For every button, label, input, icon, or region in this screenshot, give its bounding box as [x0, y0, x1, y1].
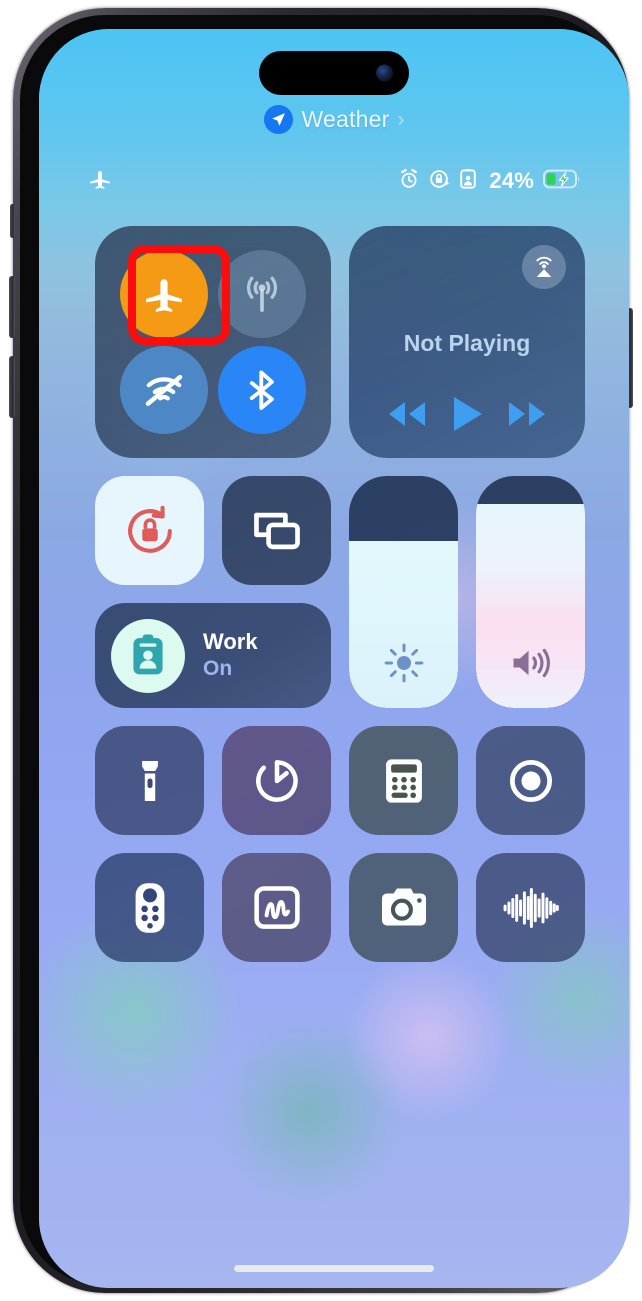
left-control-stack: Work On [95, 476, 331, 708]
screen-mirroring-icon [253, 512, 300, 549]
media-title: Not Playing [403, 330, 531, 356]
shazam-tile[interactable] [476, 853, 585, 962]
front-camera-lens [376, 64, 393, 82]
iphone-screen: Weather › 24% Not Playing Work On [39, 29, 629, 1288]
volume-down-button[interactable] [9, 356, 15, 418]
wifi-toggle[interactable] [120, 346, 208, 434]
airplane-mode-toggle[interactable] [120, 250, 208, 338]
rotation-lock-tile[interactable] [95, 476, 204, 585]
calculator-icon [385, 758, 422, 803]
status-bar-left [87, 166, 113, 197]
rotation-lock-icon [428, 168, 450, 195]
battery-percentage: 24% [489, 168, 534, 193]
sound-wave-icon [503, 887, 559, 928]
utility-row-1 [95, 726, 585, 835]
focus-work-badge-icon [111, 618, 185, 693]
quick-note-icon [253, 885, 300, 929]
alarm-clock-icon [398, 168, 420, 195]
location-label: Weather [301, 106, 390, 132]
media-controls [349, 394, 585, 434]
airplay-audio-icon [536, 256, 552, 278]
brightness-slider[interactable] [349, 476, 458, 708]
flashlight-icon [141, 760, 158, 801]
phone-frame: Weather › 24% Not Playing Work On [9, 8, 633, 1293]
screen-record-tile[interactable] [476, 726, 585, 835]
toggle-tiles-row [95, 476, 331, 585]
focus-name-label: Work [203, 629, 258, 655]
tv-remote-icon [135, 882, 164, 933]
location-arrow-icon [263, 105, 293, 134]
sliders-group [349, 476, 585, 708]
camera-tile[interactable] [349, 853, 458, 962]
bluetooth-toggle[interactable] [218, 346, 306, 434]
wifi-slash-icon [145, 374, 183, 406]
connectivity-module [95, 226, 331, 458]
quick-note-tile[interactable] [222, 853, 331, 962]
rewind-icon [389, 402, 426, 426]
volume-slider[interactable] [476, 476, 585, 708]
calculator-tile[interactable] [349, 726, 458, 835]
screen-mirroring-tile[interactable] [222, 476, 331, 585]
battery-charging-icon [543, 169, 581, 194]
airplane-mode-icon [87, 166, 113, 197]
rotation-lock-icon [127, 505, 172, 553]
home-indicator[interactable] [234, 1265, 434, 1272]
cellular-antenna-icon [246, 276, 278, 312]
timer-icon [255, 759, 298, 802]
status-bar: 24% [39, 166, 629, 196]
focus-mode-tile[interactable]: Work On [95, 603, 331, 708]
media-playback-module: Not Playing [349, 226, 585, 458]
airplay-button[interactable] [522, 245, 566, 289]
play-icon [453, 397, 482, 431]
cellular-data-toggle[interactable] [218, 250, 306, 338]
flashlight-tile[interactable] [95, 726, 204, 835]
airplane-icon [146, 279, 182, 312]
control-center: Not Playing Work On [95, 226, 585, 962]
sun-icon [349, 642, 458, 684]
utility-row-2 [95, 853, 585, 962]
volume-up-button[interactable] [9, 276, 15, 338]
fast-forward-button[interactable] [504, 397, 550, 431]
control-center-row-middle: Work On [95, 476, 585, 708]
speaker-waves-icon [476, 642, 585, 684]
status-bar-right: 24% [398, 168, 581, 195]
focus-text-group: Work On [203, 630, 258, 680]
focus-state-label: On [203, 657, 233, 681]
timer-tile[interactable] [222, 726, 331, 835]
rewind-button[interactable] [384, 397, 430, 431]
camera-icon [381, 887, 426, 925]
chevron-right-icon: › [397, 107, 405, 131]
play-button[interactable] [449, 394, 485, 434]
utility-tiles [95, 726, 585, 962]
bluetooth-icon [249, 370, 274, 410]
apple-tv-remote-tile[interactable] [95, 853, 204, 962]
location-banner[interactable]: Weather › [39, 105, 629, 134]
screen-record-icon [509, 759, 552, 802]
control-center-row-top: Not Playing [95, 226, 585, 458]
dynamic-island[interactable] [259, 51, 409, 95]
focus-badge-icon [458, 168, 478, 195]
silent-switch[interactable] [10, 204, 15, 238]
fast-forward-icon [508, 402, 545, 426]
